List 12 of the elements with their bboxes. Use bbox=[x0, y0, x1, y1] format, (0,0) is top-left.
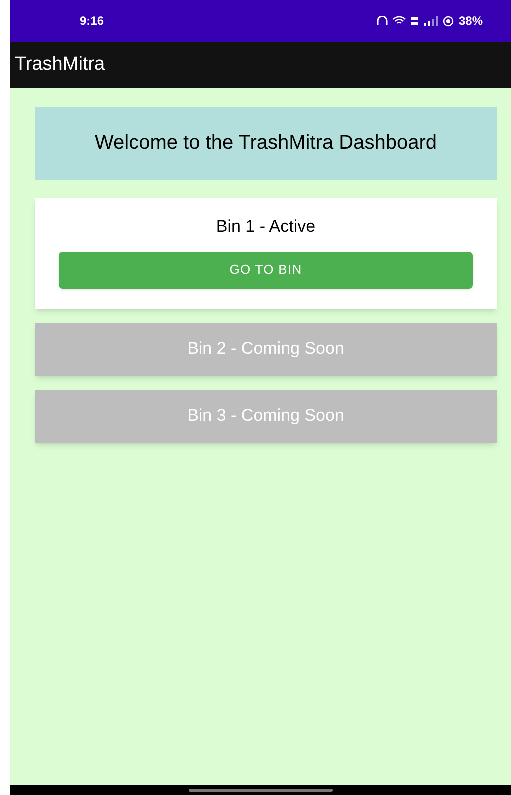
bin-coming-soon-button[interactable]: Bin 3 - Coming Soon bbox=[35, 390, 497, 442]
app-title: TrashMitra bbox=[15, 52, 106, 77]
wifi-icon bbox=[392, 16, 406, 26]
headphones-icon bbox=[376, 16, 388, 26]
bin-title: Bin 1 - Active bbox=[216, 216, 316, 238]
signal-icon bbox=[424, 16, 438, 26]
go-to-bin-button[interactable]: GO TO BIN bbox=[59, 252, 473, 288]
battery-percent: 38% bbox=[458, 13, 483, 30]
bin-coming-soon-button[interactable]: Bin 2 - Coming Soon bbox=[35, 322, 497, 376]
welcome-banner: Welcome to the TrashMitra Dashboard bbox=[35, 107, 497, 180]
home-indicator[interactable] bbox=[188, 788, 332, 792]
status-time: 9:16 bbox=[80, 13, 104, 30]
